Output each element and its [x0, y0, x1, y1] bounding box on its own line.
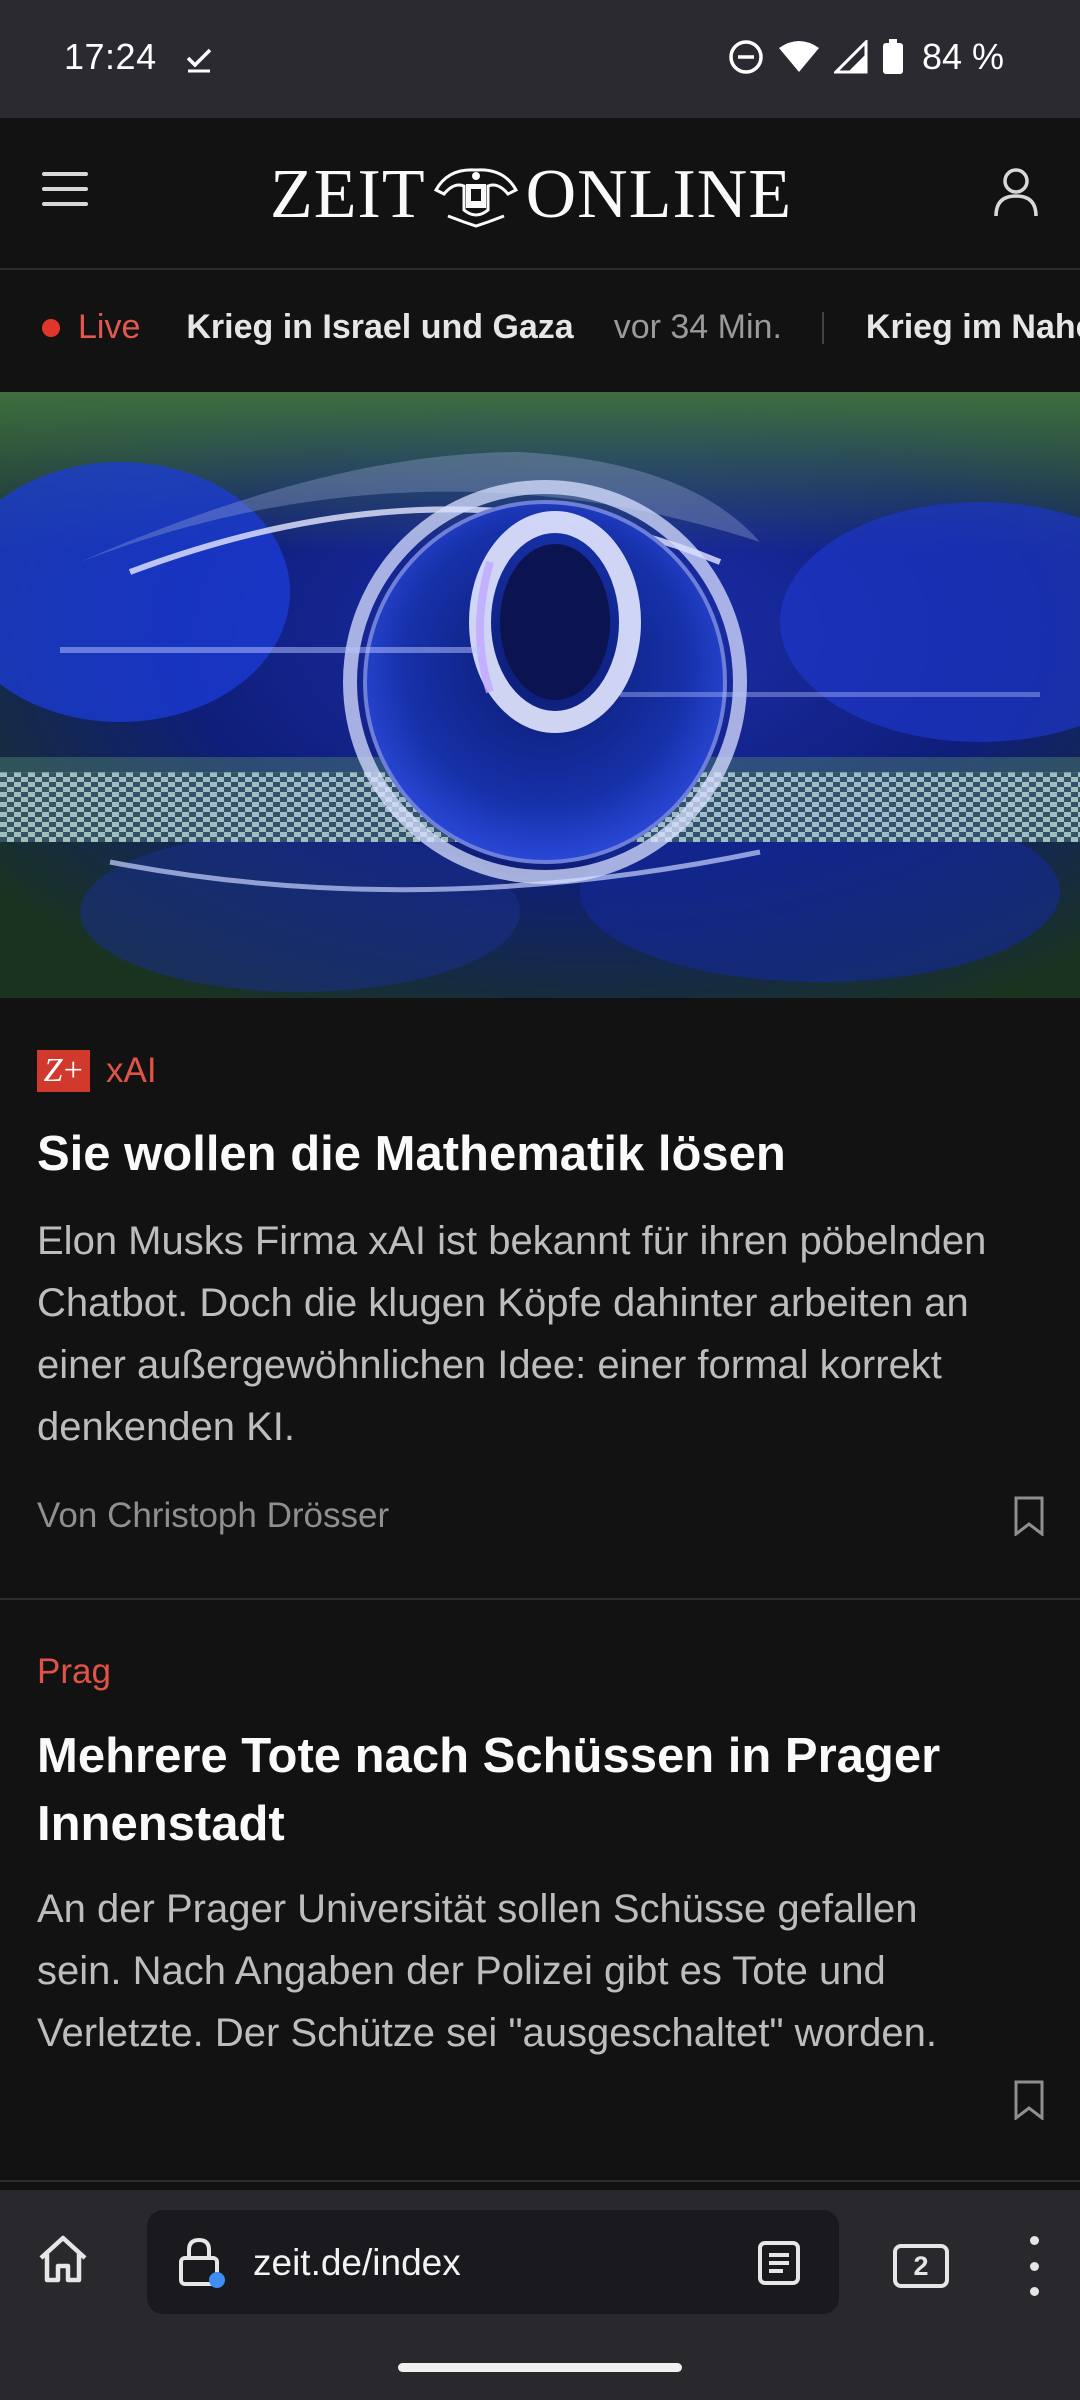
tab-switcher-button[interactable]: 2 [893, 2244, 949, 2288]
article-kicker: xAI [106, 1051, 157, 1090]
site-header: ZEIT ONLINE [0, 118, 1080, 270]
status-time: 17:24 [64, 36, 157, 77]
ticker-item-title[interactable]: Krieg in Israel und Gaza [186, 308, 573, 347]
article-headline[interactable]: Mehrere Tote nach Schüssen in Prager Inn… [37, 1722, 1037, 1858]
bookmark-icon[interactable] [1014, 1496, 1044, 1536]
logo-text-right: ONLINE [525, 156, 793, 233]
article-teaser: Elon Musks Firma xAI ist bekannt für ihr… [37, 1219, 987, 1449]
live-ticker: Live Krieg in Israel und Gaza vor 34 Min… [0, 270, 1080, 392]
wifi-icon [778, 41, 819, 72]
reader-mode-icon[interactable] [757, 2240, 801, 2286]
status-icons: 84 % [728, 36, 1004, 78]
url-text[interactable]: zeit.de/index [253, 2242, 461, 2284]
battery-icon [882, 39, 903, 74]
hero-image[interactable] [0, 392, 1080, 998]
gesture-bar[interactable] [398, 2363, 682, 2372]
ticker-item-title[interactable]: Krieg im Nahen Osten [866, 308, 1080, 347]
live-dot-icon [42, 318, 60, 337]
bookmark-icon[interactable] [1014, 2080, 1044, 2120]
eagle-emblem-icon [433, 168, 518, 228]
more-menu-icon[interactable] [1024, 2236, 1044, 2296]
logo-text-left: ZEIT [270, 156, 426, 233]
home-icon[interactable] [36, 2232, 90, 2286]
ticker-divider [821, 311, 824, 344]
article-kicker: Prag [37, 1652, 111, 1691]
check-icon [186, 48, 212, 73]
site-logo[interactable]: ZEIT ONLINE [270, 158, 792, 232]
article-byline: Von Christoph Drösser [37, 1496, 390, 1535]
article-kicker-row: Prag [37, 1652, 111, 1692]
article-teaser: An der Prager Universität sollen Schüsse… [37, 1887, 937, 2055]
zplus-badge: Z+ [37, 1050, 90, 1092]
address-bar[interactable]: zeit.de/index [147, 2210, 839, 2314]
status-bar: 17:24 84 % [0, 0, 1080, 118]
dnd-icon [729, 40, 763, 74]
user-icon[interactable] [992, 166, 1040, 218]
article-card[interactable]: Z+ xAI Sie wollen die Mathematik lösen E… [0, 998, 1080, 1600]
ticker-item-time: vor 34 Min. [613, 308, 782, 346]
signal-icon [833, 40, 868, 74]
hamburger-icon[interactable] [42, 172, 88, 212]
article-card[interactable]: Prag Mehrere Tote nach Schüssen in Prage… [0, 1600, 1080, 2182]
live-label: Live [78, 308, 141, 346]
article-kicker-row: Z+ xAI [37, 1050, 157, 1092]
battery-percent: 84 % [921, 36, 1004, 77]
lock-icon[interactable] [177, 2236, 225, 2288]
article-headline[interactable]: Sie wollen die Mathematik lösen [37, 1120, 1047, 1188]
